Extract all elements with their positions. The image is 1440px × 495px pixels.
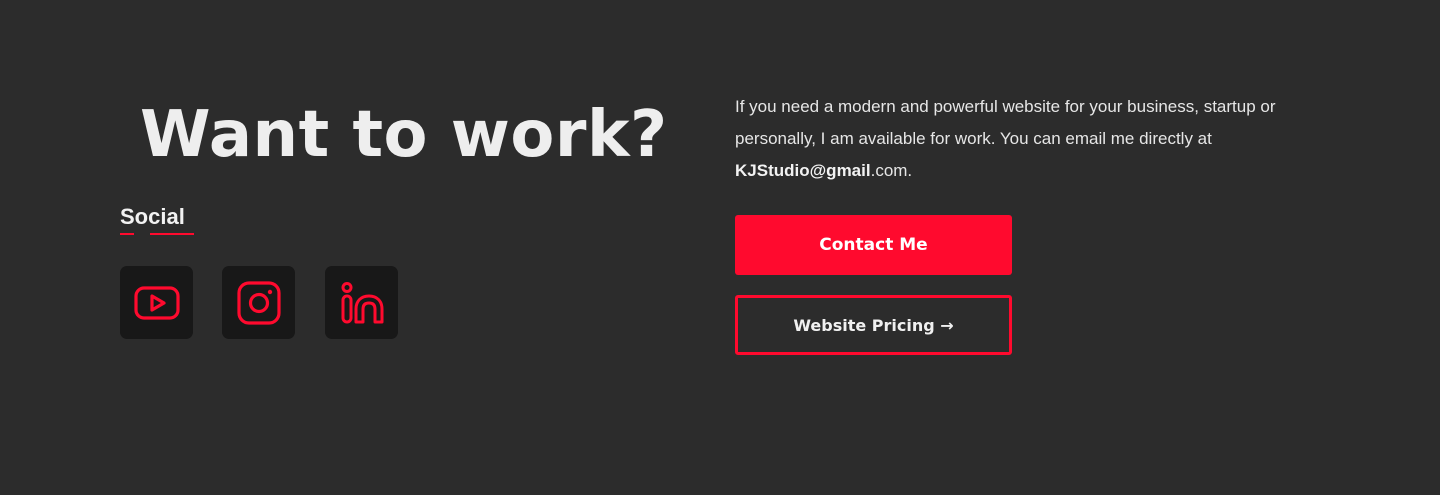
instagram-icon xyxy=(235,279,283,327)
underline-segment xyxy=(120,233,134,235)
email-address: KJStudio@gmail xyxy=(735,161,871,180)
contact-description: If you need a modern and powerful websit… xyxy=(735,91,1335,187)
youtube-icon xyxy=(133,279,181,327)
website-pricing-button[interactable]: Website Pricing → xyxy=(735,295,1012,355)
social-underline xyxy=(120,233,194,235)
page-title: Want to work? xyxy=(140,98,668,172)
youtube-link[interactable] xyxy=(120,266,193,339)
instagram-link[interactable] xyxy=(222,266,295,339)
underline-segment xyxy=(150,233,194,235)
social-heading: Social xyxy=(120,204,185,229)
linkedin-icon xyxy=(338,279,386,327)
contact-me-button[interactable]: Contact Me xyxy=(735,215,1012,275)
linkedin-link[interactable] xyxy=(325,266,398,339)
description-text: If you need a modern and powerful websit… xyxy=(735,97,1276,148)
work-cta-section: Want to work? Social If you need a moder… xyxy=(0,0,1440,495)
email-suffix: .com. xyxy=(870,161,913,180)
